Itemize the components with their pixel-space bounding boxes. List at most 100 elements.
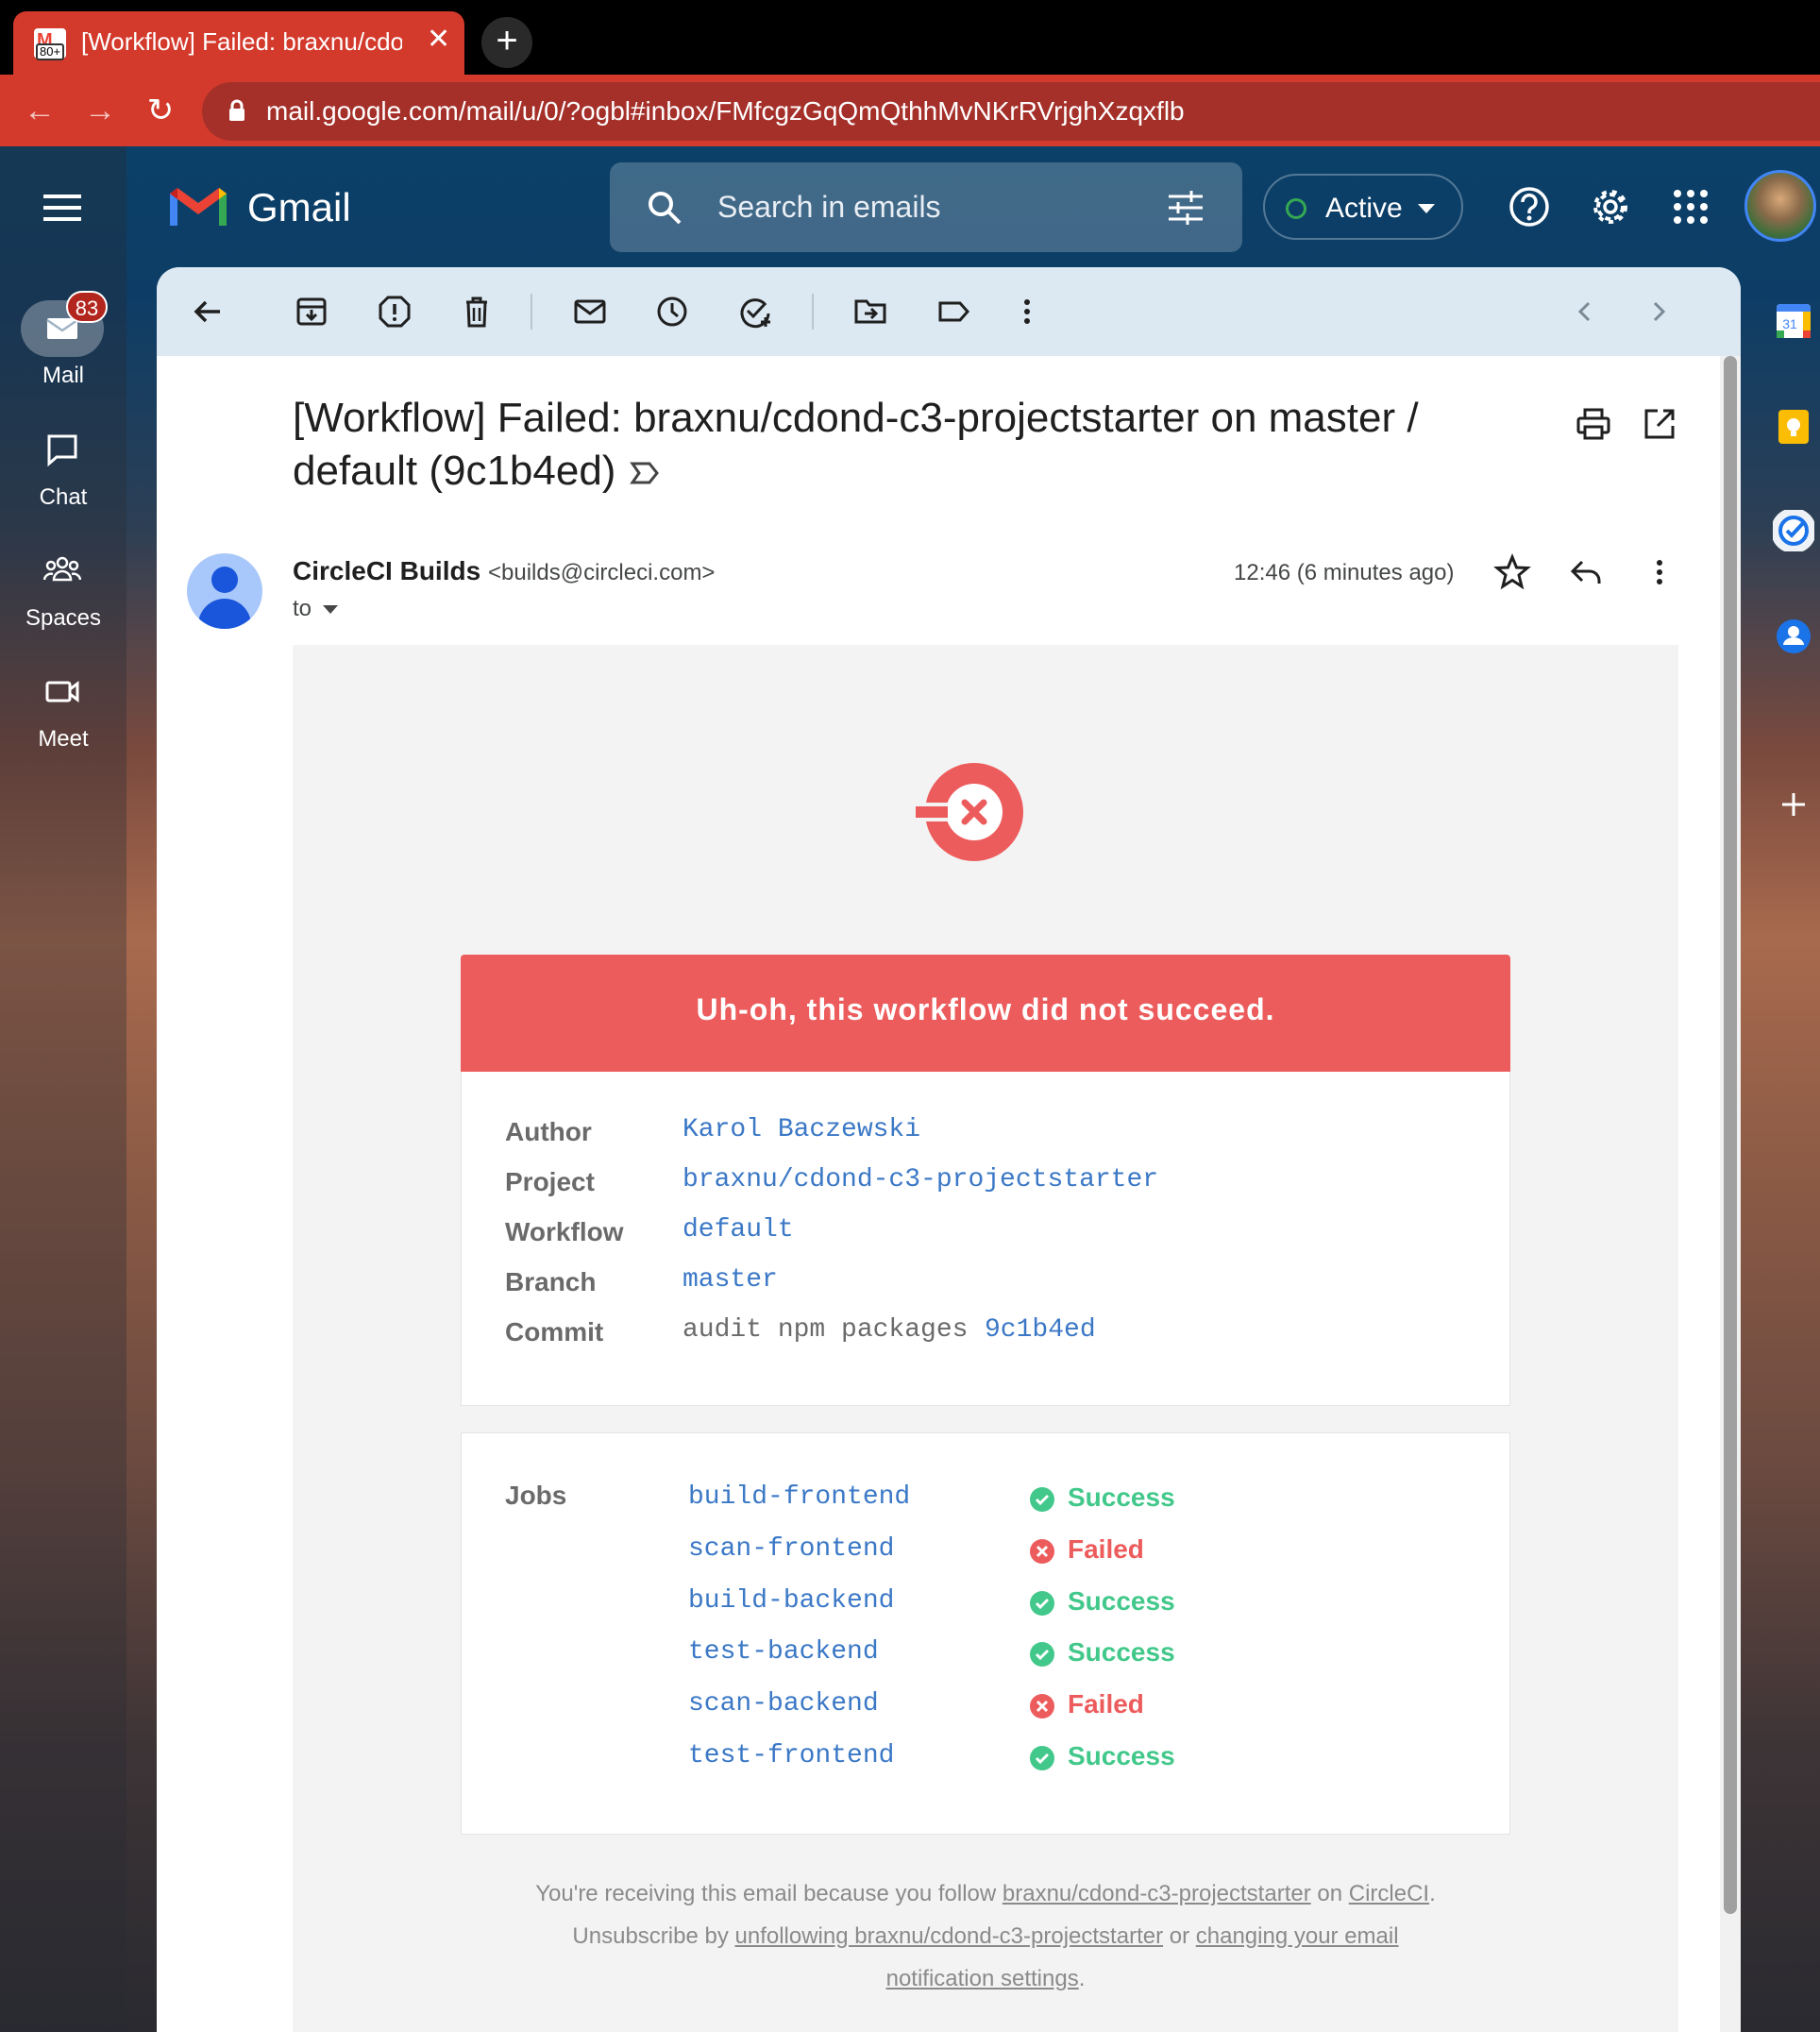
unfollow-link[interactable]: unfollowing braxnu/cdond-c3-projectstart… [735,1923,1164,1949]
print-icon[interactable] [1575,405,1612,443]
email-footer: You're receiving this email because you … [535,1881,1436,1991]
search-options-icon[interactable] [1167,189,1205,227]
job-link[interactable]: build-backend [688,1586,894,1616]
mark-unread-icon[interactable] [572,294,608,330]
failed-x-icon [1030,1693,1054,1719]
workflow-details: Author Karol Baczewski Project braxnu/cd… [461,1072,1510,1406]
tab-close-icon[interactable]: ✕ [427,23,450,56]
scrollbar-thumb[interactable] [1724,356,1737,1914]
gmail-favicon-icon: M 80+ [34,28,66,60]
sender-avatar[interactable] [187,553,262,629]
tab-badge: 80+ [36,43,65,60]
status-label: Active [1325,193,1403,224]
nav-meet-label[interactable]: Meet [0,726,126,753]
contacts-icon[interactable] [1773,616,1814,657]
job-link[interactable]: test-frontend [688,1741,894,1770]
nav-chat-label[interactable]: Chat [0,484,126,511]
jobs-panel: Jobs build-frontend Success scan-fronten… [461,1432,1510,1835]
success-check-icon [1030,1641,1054,1667]
commit-message: audit npm packages [682,1315,969,1345]
chat-icon[interactable] [43,431,81,468]
open-in-new-window-icon[interactable] [1641,405,1678,443]
calendar-icon[interactable]: 31 [1773,300,1814,342]
author-link[interactable]: Karol Baczewski [682,1115,920,1144]
back-arrow-icon[interactable]: ← [19,90,60,131]
add-addon-icon[interactable] [1773,784,1814,825]
search-input[interactable]: Search in emails [717,190,941,225]
lock-icon [229,99,244,121]
keep-icon[interactable] [1773,406,1814,448]
reload-icon[interactable]: ↻ [140,90,181,131]
calendar-date: 31 [1782,316,1797,331]
more-options-icon[interactable] [1009,294,1045,330]
back-to-inbox-icon[interactable] [190,294,226,330]
gmail-logo-icon[interactable] [168,182,228,229]
email-body: Uh-oh, this workflow did not succeed. Au… [293,645,1678,2032]
message-scrollbar[interactable] [1720,356,1741,2032]
workflow-link[interactable]: default [682,1215,794,1245]
commit-hash-link[interactable]: 9c1b4ed [985,1315,1096,1345]
status-dot-icon [1286,198,1306,219]
nav-mail-label[interactable]: Mail [0,363,126,389]
newer-message-icon[interactable] [1567,294,1603,330]
reply-icon[interactable] [1567,553,1605,591]
job-link[interactable]: scan-frontend [688,1534,894,1564]
star-icon[interactable] [1493,553,1531,591]
main-menu-icon[interactable] [43,195,81,221]
meet-video-icon[interactable] [43,672,81,710]
job-link[interactable]: build-frontend [688,1482,910,1512]
subject-line-1: [Workflow] Failed: braxnu/cdond-c3-proje… [293,395,1419,441]
older-message-icon[interactable] [1641,294,1677,330]
follow-project-link[interactable]: braxnu/cdond-c3-projectstarter [1003,1881,1311,1906]
forward-arrow-icon[interactable]: → [79,90,121,131]
sender-email: <builds@circleci.com> [488,560,716,585]
new-tab-button[interactable]: + [481,17,532,68]
sender-name[interactable]: CircleCI Builds [293,556,480,586]
report-spam-icon[interactable] [377,294,413,330]
job-status: Failed [1028,1534,1144,1566]
job-status: Success [1028,1586,1175,1617]
toolbar-divider [812,294,814,330]
move-to-folder-icon[interactable] [852,294,888,330]
caret-down-icon[interactable] [323,605,339,615]
gmail-title: Gmail [247,185,351,229]
search-icon[interactable] [646,189,683,227]
toolbar-divider [531,294,532,330]
circleci-link[interactable]: CircleCI [1349,1881,1429,1906]
to-label: to [293,596,312,621]
job-link[interactable]: test-backend [688,1637,879,1667]
spaces-icon[interactable] [43,551,81,589]
delete-trash-icon[interactable] [459,294,495,330]
label-tag-icon[interactable] [935,294,971,330]
message-more-icon[interactable] [1641,553,1678,591]
help-icon[interactable] [1508,185,1551,229]
author-label: Author [505,1117,592,1146]
importance-marker-icon[interactable] [629,459,661,487]
apps-grid-icon[interactable] [1669,185,1712,229]
search-bar[interactable]: Search in emails [610,162,1242,252]
message-timestamp: 12:46 (6 minutes ago) [1234,560,1455,585]
failure-banner: Uh-oh, this workflow did not succeed. [461,955,1510,1072]
address-bar[interactable]: mail.google.com/mail/u/0/?ogbl#inbox/FMf… [202,82,1820,141]
recipients-toggle[interactable]: to [293,596,339,622]
circleci-failed-logo-icon [916,763,1023,861]
email-settings-link[interactable]: changing your email [1196,1923,1399,1949]
branch-link[interactable]: master [682,1265,778,1295]
job-status: Failed [1028,1689,1144,1720]
snooze-clock-icon[interactable] [654,294,690,330]
notification-settings-link[interactable]: notification settings [886,1966,1079,1991]
nav-spaces-label[interactable]: Spaces [0,605,126,632]
settings-gear-icon[interactable] [1589,185,1632,229]
tasks-icon[interactable] [1773,510,1814,551]
workflow-label: Workflow [505,1217,624,1246]
archive-icon[interactable] [294,294,329,330]
add-to-tasks-icon[interactable] [737,294,773,330]
browser-tab[interactable]: M 80+ [Workflow] Failed: braxnu/cdond-c3… [13,11,464,75]
success-check-icon [1030,1590,1054,1616]
status-dropdown[interactable]: Active [1263,174,1463,240]
failure-message: Uh-oh, this workflow did not succeed. [696,992,1275,1026]
account-avatar[interactable] [1744,170,1816,242]
project-link[interactable]: braxnu/cdond-c3-projectstarter [682,1165,1158,1194]
job-link[interactable]: scan-backend [688,1689,879,1719]
left-rail [0,146,126,2032]
